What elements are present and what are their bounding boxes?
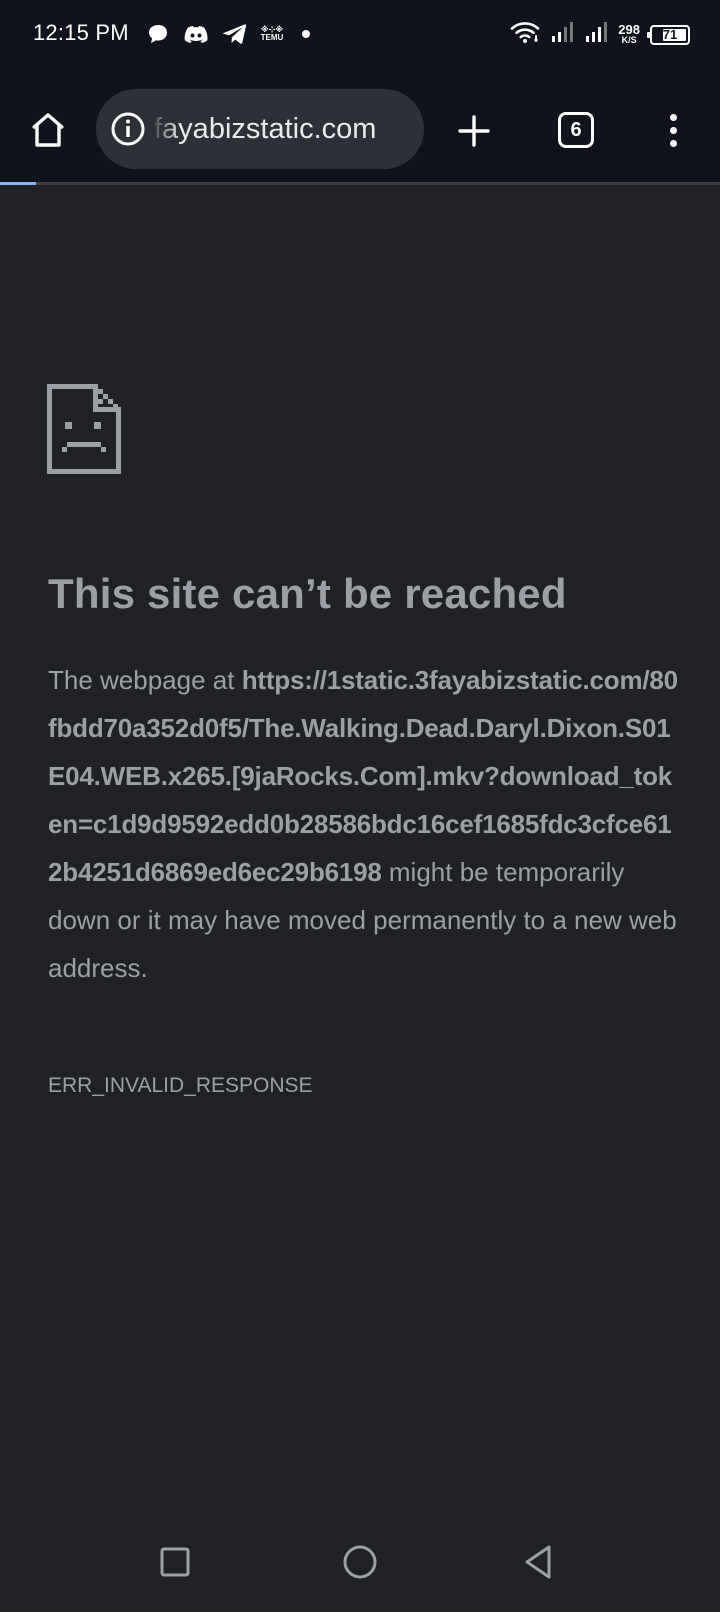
system-home-button[interactable] <box>334 1536 386 1588</box>
new-tab-button[interactable] <box>452 109 496 153</box>
browser-toolbar: fayabizstatic.com 6 <box>0 72 720 182</box>
network-speed-unit: K/S <box>621 34 637 45</box>
temu-icon: ※⊹※ TEMU <box>260 25 284 42</box>
chat-bubble-icon <box>146 22 170 46</box>
url-fade <box>150 89 180 169</box>
progress-fill <box>0 182 36 185</box>
tab-switcher-button[interactable]: 6 <box>558 112 594 148</box>
address-bar[interactable]: fayabizstatic.com <box>96 89 424 169</box>
more-options-button[interactable] <box>658 108 688 152</box>
menu-dot-icon <box>669 126 677 134</box>
home-circle-icon <box>343 1545 377 1579</box>
discord-icon <box>184 22 208 46</box>
home-icon <box>31 113 65 147</box>
error-code: ERR_INVALID_RESPONSE <box>48 1074 313 1097</box>
url-text: fayabizstatic.com <box>154 112 377 145</box>
signal-sim1-icon <box>550 21 574 48</box>
battery-icon: 71 <box>647 24 690 45</box>
error-intro: The webpage at <box>48 665 242 695</box>
error-url: https://1static.3fayabizstatic.com/80fbd… <box>48 665 678 887</box>
page-info-icon[interactable] <box>110 111 146 147</box>
more-notifications-dot-icon <box>302 30 310 38</box>
home-button[interactable] <box>24 106 72 154</box>
wifi-icon <box>510 20 540 49</box>
network-speed: 298 K/S <box>618 21 640 46</box>
recents-square-icon <box>160 1547 190 1577</box>
network-speed-value: 298 <box>618 21 640 37</box>
battery-percent: 71 <box>662 27 678 42</box>
recents-button[interactable] <box>149 1536 201 1588</box>
telegram-icon <box>222 22 246 46</box>
system-icons: 298 K/S 71 <box>510 20 690 49</box>
signal-sim2-icon <box>584 21 608 48</box>
plus-icon <box>458 115 490 147</box>
system-back-button[interactable] <box>512 1536 564 1588</box>
menu-dot-icon <box>669 113 677 121</box>
status-time: 12:15 PM <box>33 20 129 45</box>
notification-icons: ※⊹※ TEMU <box>146 22 310 46</box>
system-nav-bar <box>0 1520 720 1612</box>
sad-page-icon <box>47 384 121 474</box>
error-title: This site can’t be reached <box>48 570 567 617</box>
error-description: The webpage at https://1static.3fayabizs… <box>48 656 680 992</box>
menu-dot-icon <box>669 139 677 147</box>
status-bar: 12:15 PM ※⊹※ TEMU 298 K/S 71 <box>0 0 720 72</box>
page-load-progress <box>0 182 720 185</box>
temu-label: TEMU <box>260 33 284 42</box>
back-triangle-icon <box>525 1545 551 1579</box>
